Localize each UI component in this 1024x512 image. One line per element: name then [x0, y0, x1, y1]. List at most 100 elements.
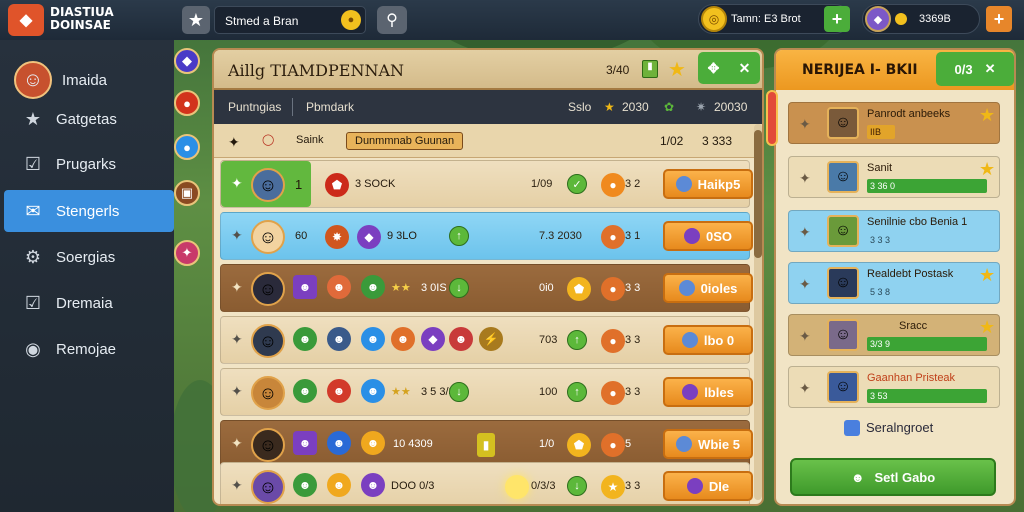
quest-panel-title: NERIJEA I- BKII [802, 62, 918, 78]
search-input[interactable]: Stmed a Bran ● [214, 6, 366, 34]
panel-title: Aillg TIAMDPENNAN [228, 61, 404, 80]
row-number: 703 [539, 334, 558, 346]
quest-claim-button[interactable]: ☻ Setl Gabo [790, 458, 996, 496]
quest-panel-header: NERIJEA I- BKII 0/3 ✕ [776, 50, 1014, 90]
tab-puntngias[interactable]: Puntngias [228, 100, 281, 114]
sidebar-item-prugarks[interactable]: ☑ Prugarks [4, 143, 174, 185]
row-action-button[interactable]: 0SO [663, 221, 753, 251]
diamond-icon: ✦ [799, 170, 811, 186]
quest-close-button[interactable]: 0/3 ✕ [936, 52, 1014, 86]
glow-orb-icon [505, 475, 529, 499]
check-icon: ☑ [24, 292, 42, 313]
table-row[interactable]: ✦ ☺ ☻ ☻ ☻ ★★ 3 5 3/3 ↓ 100 ↑ ● 3 3 lbles [220, 368, 753, 416]
row-tag: 9 3LO [387, 230, 417, 242]
table-row[interactable]: ✦ ☺ ☻ ☻ ☻ ☻ ◆ ☻ ⚡ 703 ↑ ● 3 3 lbo 0 [220, 316, 753, 364]
hero-icon: ☻ [293, 431, 317, 455]
bag-icon: ● [601, 329, 625, 353]
avatar: ☺ [251, 324, 285, 358]
row-action-button[interactable]: Wbie 5 [663, 429, 753, 459]
hero-icon: ☻ [293, 379, 317, 403]
row-number: 100 [539, 386, 558, 398]
row-action-button[interactable]: DIe [663, 471, 753, 501]
quest-count: 0/3 [954, 61, 973, 77]
sidebar-item-dremaia[interactable]: ☑ Dremaia [4, 282, 174, 324]
bag-icon: ● [601, 225, 625, 249]
diamond-icon: ✦ [231, 279, 243, 295]
quest-progress-bar: 3/3 9 [867, 337, 987, 351]
diamond-icon: ✦ [231, 477, 243, 493]
gift-icon[interactable]: ✦ [174, 240, 200, 266]
row-action-button[interactable]: Haikp5 [663, 169, 753, 199]
diamond-icon: ✦ [231, 435, 243, 451]
diamond-icon: ✦ [228, 134, 240, 150]
row-level: 3 3 [625, 386, 641, 398]
sidebar-item-stengerls[interactable]: ✉ Stengerls [4, 190, 174, 232]
check-icon: ↑ [567, 382, 587, 402]
quest-name: Senilnie cbo Benia 1 [867, 216, 968, 228]
sidebar-item-label: Remojae [56, 340, 117, 358]
app-logo-icon[interactable]: ◆ [8, 4, 44, 36]
table-row[interactable]: ✦ ☺ 1 ⬟ 3 SOCK 1/09 ✓ ● 3 2 Haikp5 [220, 160, 753, 208]
sidebar-item-soergias[interactable]: ⚙ Soergias [4, 236, 174, 278]
shield-icon: ⬟ [567, 433, 591, 457]
circle-icon: ◉ [25, 338, 41, 359]
avatar: ☺ [251, 220, 285, 254]
hero-icon: ☻ [327, 473, 351, 497]
quest-name: Realdebt Postask [867, 268, 954, 280]
column-label: Saink [296, 134, 324, 146]
fire-icon[interactable]: ● [174, 90, 200, 116]
quest-panel-tab[interactable] [766, 90, 778, 146]
diamond-icon: ✦ [231, 175, 243, 191]
coin-icon: ▮ [477, 433, 495, 457]
scrollbar-thumb[interactable] [754, 130, 762, 258]
move-icon[interactable]: ✥ [708, 60, 720, 77]
sidebar-item-label: Gatgetas [56, 110, 117, 128]
sidebar-item-gatgetas[interactable]: ★ Gatgetas [4, 98, 174, 140]
quest-item[interactable]: ✦ ☺ Realdebt Postask 5 3 8 ★ [788, 262, 1000, 304]
hero-icon: ☻ [449, 327, 473, 351]
gem-icon: ◆ [421, 327, 445, 351]
check-icon: ↑ [449, 226, 469, 246]
diamond-icon: ✦ [799, 380, 811, 396]
panel-controls: ✥ ✕ [698, 52, 760, 84]
gem-icon [682, 384, 699, 400]
avatar: ☺ [827, 107, 859, 139]
quest-item[interactable]: ✦ ☺ Senilnie cbo Benia 1 3 3 3 [788, 210, 1000, 252]
tab-pbmdark[interactable]: Pbmdark [306, 100, 354, 114]
row-action-button[interactable]: 0ioles [663, 273, 753, 303]
quest-item[interactable]: ✦ ☺ Gaanhan Pristeak 3 53 [788, 366, 1000, 408]
table-row[interactable]: ✦ ☺ ☻ ☻ ☻ 10 4309 ▮ 1/0 ⬟ ● 5 Wbie 5 [220, 420, 753, 468]
chest-icon[interactable]: ▣ [174, 180, 200, 206]
water-icon[interactable]: ● [174, 134, 200, 160]
column-right: 1/02 [660, 134, 684, 148]
table-row[interactable]: ✦ ☺ ☻ ☻ ☻ ★★ 3 0IS ↓ 0i0 ⬟ ● 3 3 0ioles [220, 264, 753, 312]
favorites-star-button[interactable]: ★ [182, 6, 210, 34]
star-icon: ★ [24, 108, 42, 129]
quest-item[interactable]: ✦ ☺ Sracc 3/3 9 ★ [788, 314, 1000, 356]
avatar: ☺ [827, 215, 859, 247]
shield-icon[interactable]: ◆ [174, 48, 200, 74]
add-gem-button[interactable]: + [986, 6, 1012, 32]
row-action-button[interactable]: lbles [663, 377, 753, 407]
avatar: ☺ [827, 319, 859, 351]
row-level: 3 1 [625, 230, 641, 242]
column-badge: Dunmmnab Guunan [346, 132, 464, 150]
add-gold-button[interactable]: + [824, 6, 850, 32]
gear-icon: ✷ [696, 100, 707, 114]
avatar: ☺ [827, 161, 859, 193]
sidebar-item-remojae[interactable]: ◉ Remojae [4, 328, 174, 370]
coin-icon [895, 13, 907, 25]
table-row[interactable]: ✦ ☺ 60 ✸ ◆ 9 3LO ↑ 7.3 2030 ● 3 1 0SO [220, 212, 753, 260]
crest-icon: ✸ [325, 225, 349, 249]
sidebar: ☺ Imaida ★ Gatgetas ☑ Prugarks ✉ Stenger… [0, 40, 174, 512]
table-row[interactable]: ✦ ☺ ☻ ☻ ☻ DOO 0/3 0/3/3 ↓ ★ 3 3 DIe [220, 462, 753, 504]
search-button[interactable]: ⚲ [377, 6, 407, 34]
info-icon [844, 420, 860, 436]
row-action-button[interactable]: lbo 0 [663, 325, 753, 355]
quest-item[interactable]: ✦ ☺ Sanit 3 36 0 ★ [788, 156, 1000, 198]
quest-item[interactable]: ✦ ☺ Panrodt anbeeks IIB ★ [788, 102, 1000, 144]
quest-name: Sanit [867, 162, 893, 174]
quest-name: Panrodt anbeeks [867, 108, 951, 120]
close-icon[interactable]: ✕ [739, 60, 751, 77]
check-icon: ☑ [24, 153, 42, 174]
